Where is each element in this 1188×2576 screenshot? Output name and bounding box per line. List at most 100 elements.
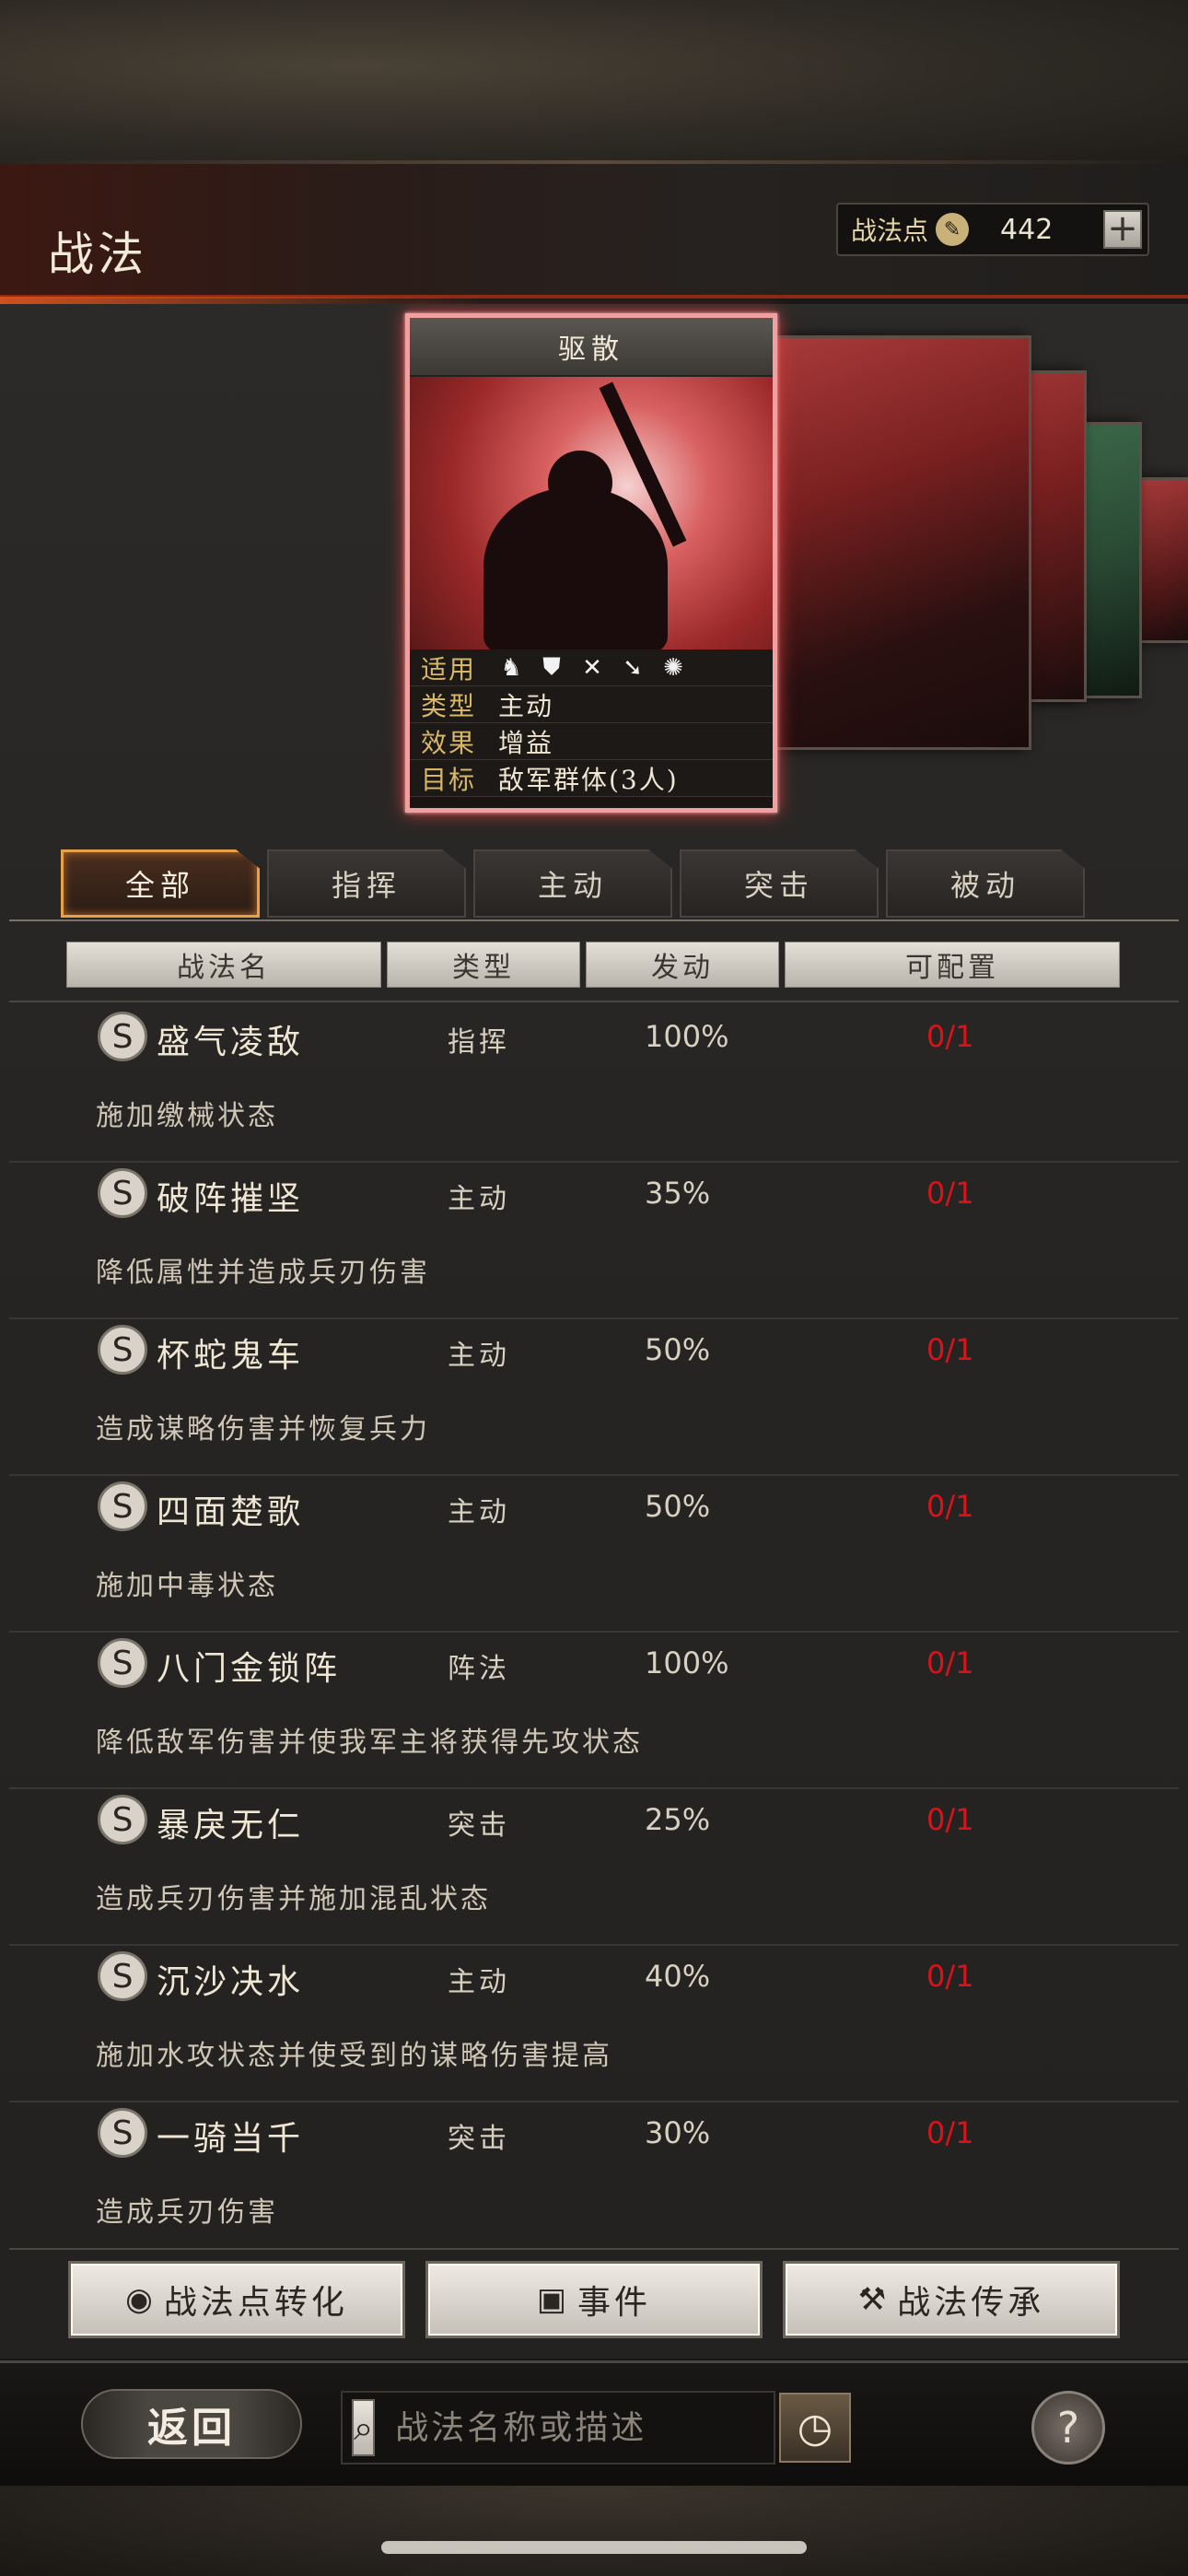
quill-icon: ✎ bbox=[936, 213, 970, 246]
bow-icon: ✕ bbox=[582, 653, 604, 682]
unit-icons: ♞ ⛊ ✕ ➘ ✺ bbox=[498, 653, 688, 682]
cavalry-icon: ♞ bbox=[500, 653, 524, 682]
skill-type: 主动 bbox=[448, 1340, 510, 1372]
skill-rate: 35% bbox=[645, 1176, 711, 1211]
skill-type: 主动 bbox=[448, 1966, 510, 1998]
help-button[interactable]: ? bbox=[1031, 2391, 1105, 2465]
tab-divider bbox=[9, 919, 1179, 921]
skill-name: 盛气凌敌 bbox=[157, 1024, 305, 1061]
shield-icon: ⛊ bbox=[542, 653, 563, 681]
skill-rate: 50% bbox=[645, 1332, 711, 1367]
skill-description: 降低属性并造成兵刃伤害 bbox=[96, 1257, 430, 1289]
card-row-key: 效果 bbox=[421, 727, 477, 758]
rank-badge: S bbox=[98, 1951, 147, 2001]
tab-active[interactable]: 主动 bbox=[473, 849, 672, 918]
card-row-value: 增益 bbox=[498, 727, 554, 758]
event-label: 事件 bbox=[577, 2284, 652, 2322]
rank-badge: S bbox=[98, 1012, 147, 1061]
selected-skill-card[interactable]: 驱散 适用 ♞ ⛊ ✕ ➘ ✺ 类型 主动 效果 增益 目标 敌军群体(3人) bbox=[405, 313, 777, 813]
skill-row[interactable]: S 破阵摧坚 主动 35% 0/1 降低属性并造成兵刃伤害 bbox=[9, 1163, 1179, 1319]
card-info: 适用 ♞ ⛊ ✕ ➘ ✺ 类型 主动 效果 增益 目标 敌军群体(3人) bbox=[410, 650, 773, 797]
skill-slots: 0/1 bbox=[926, 1176, 974, 1211]
search-icon[interactable]: ⌕ bbox=[352, 2399, 376, 2456]
back-button[interactable]: 返回 bbox=[81, 2389, 302, 2459]
tab-command[interactable]: 指挥 bbox=[267, 849, 466, 918]
skill-description: 造成谋略伤害并恢复兵力 bbox=[96, 1413, 430, 1446]
flame-icon: ◉ bbox=[125, 2281, 157, 2318]
rank-badge: S bbox=[98, 1325, 147, 1375]
skill-description: 造成兵刃伤害并施加混乱状态 bbox=[96, 1883, 491, 1915]
search-box: ⌕ bbox=[341, 2391, 815, 2465]
skill-points-value: 442 bbox=[1000, 213, 1054, 246]
skill-type: 主动 bbox=[448, 1183, 510, 1215]
skill-row[interactable]: S 沉沙决水 主动 40% 0/1 施加水攻状态并使受到的谋略伤害提高 bbox=[9, 1946, 1179, 2102]
skill-description: 施加水攻状态并使受到的谋略伤害提高 bbox=[96, 2040, 612, 2072]
column-header-name[interactable]: 战法名 bbox=[66, 942, 381, 988]
card-row-key: 目标 bbox=[421, 764, 477, 795]
inherit-label: 战法传承 bbox=[897, 2284, 1045, 2322]
clock-icon[interactable]: ◷ bbox=[779, 2393, 851, 2463]
skill-slots: 0/1 bbox=[926, 1645, 974, 1680]
warrior-silhouette bbox=[483, 487, 668, 650]
event-button[interactable]: ▣ 事件 bbox=[425, 2261, 763, 2338]
inherit-button[interactable]: ⚒ 战法传承 bbox=[783, 2261, 1120, 2338]
card-artwork bbox=[410, 377, 773, 650]
skill-name: 破阵摧坚 bbox=[157, 1180, 305, 1218]
top-decoration bbox=[0, 0, 1188, 166]
title-bar: 战法 战法点 ✎ 442 + bbox=[0, 164, 1188, 304]
skill-type: 指挥 bbox=[448, 1026, 510, 1059]
back-label: 返回 bbox=[147, 2405, 236, 2452]
skill-card-back[interactable] bbox=[774, 335, 1031, 750]
skill-name: 一骑当千 bbox=[157, 2120, 305, 2158]
category-tabs: 全部 指挥 主动 突击 被动 bbox=[61, 849, 1085, 918]
skill-type: 主动 bbox=[448, 1496, 510, 1528]
rank-badge: S bbox=[98, 2108, 147, 2158]
add-points-button[interactable]: + bbox=[1103, 210, 1142, 249]
rank-badge: S bbox=[98, 1795, 147, 1844]
skill-description: 施加缴械状态 bbox=[96, 1100, 278, 1132]
skill-description: 施加中毒状态 bbox=[96, 1570, 278, 1602]
convert-points-label: 战法点转化 bbox=[163, 2284, 348, 2322]
skill-slots: 0/1 bbox=[926, 1019, 974, 1054]
skill-name: 八门金锁阵 bbox=[157, 1650, 342, 1688]
hammer-icon: ⚒ bbox=[857, 2281, 891, 2318]
skill-rate: 30% bbox=[645, 2115, 711, 2150]
skill-description: 造成兵刃伤害 bbox=[96, 2196, 278, 2229]
card-row-key: 适用 bbox=[421, 653, 477, 685]
skill-list[interactable]: S 盛气凌敌 指挥 100% 0/1 施加缴械状态 S 破阵摧坚 主动 35% … bbox=[0, 1006, 1188, 2248]
header-divider bbox=[9, 1001, 1179, 1002]
skill-row[interactable]: S 杯蛇鬼车 主动 50% 0/1 造成谋略伤害并恢复兵力 bbox=[9, 1319, 1179, 1476]
skill-row[interactable]: S 八门金锁阵 阵法 100% 0/1 降低敌军伤害并使我军主将获得先攻状态 bbox=[9, 1633, 1179, 1789]
home-indicator[interactable] bbox=[381, 2541, 807, 2554]
card-row-units: 适用 ♞ ⛊ ✕ ➘ ✺ bbox=[410, 650, 773, 686]
skill-name: 沉沙决水 bbox=[157, 1963, 305, 2001]
skill-row[interactable]: S 四面楚歌 主动 50% 0/1 施加中毒状态 bbox=[9, 1476, 1179, 1633]
column-header-rate[interactable]: 发动 bbox=[586, 942, 779, 988]
skill-slots: 0/1 bbox=[926, 1332, 974, 1367]
search-input[interactable] bbox=[375, 2393, 815, 2463]
rank-badge: S bbox=[98, 1168, 147, 1218]
skill-row[interactable]: S 盛气凌敌 指挥 100% 0/1 施加缴械状态 bbox=[9, 1006, 1179, 1163]
skill-rate: 100% bbox=[645, 1645, 729, 1680]
card-deck[interactable]: 驱散 适用 ♞ ⛊ ✕ ➘ ✺ 类型 主动 效果 增益 目标 敌军群体(3人) bbox=[405, 313, 1188, 820]
convert-points-button[interactable]: ◉ 战法点转化 bbox=[68, 2261, 405, 2338]
card-row-key: 类型 bbox=[421, 690, 477, 721]
skill-row[interactable]: S 暴戾无仁 突击 25% 0/1 造成兵刃伤害并施加混乱状态 bbox=[9, 1789, 1179, 1946]
tab-assault[interactable]: 突击 bbox=[680, 849, 879, 918]
tab-all[interactable]: 全部 bbox=[61, 849, 260, 918]
skill-points-box: 战法点 ✎ 442 + bbox=[836, 203, 1149, 256]
card-row-type: 类型 主动 bbox=[410, 686, 773, 723]
column-header-slots[interactable]: 可配置 bbox=[785, 942, 1120, 988]
skill-slots: 0/1 bbox=[926, 1802, 974, 1837]
skill-slots: 0/1 bbox=[926, 1959, 974, 1994]
rank-badge: S bbox=[98, 1481, 147, 1531]
card-row-target: 目标 敌军群体(3人) bbox=[410, 760, 773, 797]
card-title: 驱散 bbox=[410, 318, 773, 377]
skill-slots: 0/1 bbox=[926, 2115, 974, 2150]
skill-row[interactable]: S 一骑当千 突击 30% 0/1 造成兵刃伤害 bbox=[9, 2102, 1179, 2248]
spear-icon: ➘ bbox=[623, 653, 645, 682]
skill-slots: 0/1 bbox=[926, 1489, 974, 1524]
column-header-type[interactable]: 类型 bbox=[387, 942, 580, 988]
skill-name: 杯蛇鬼车 bbox=[157, 1337, 305, 1375]
tab-passive[interactable]: 被动 bbox=[886, 849, 1085, 918]
